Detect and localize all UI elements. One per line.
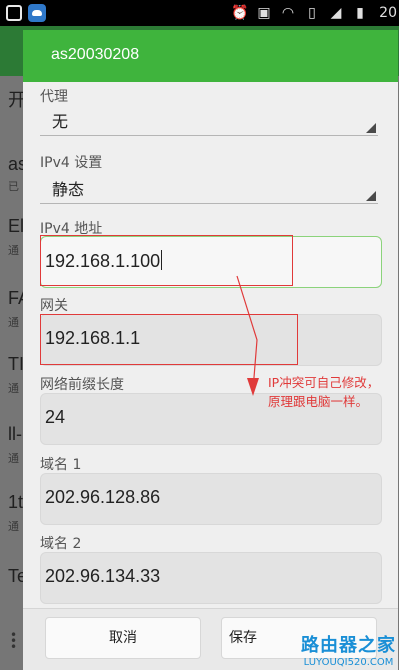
wifi-icon: ◠ [281, 5, 295, 21]
dialog-header: as20030208 [23, 30, 398, 82]
dropdown-arrow-icon [366, 123, 376, 133]
ipv4-settings-select[interactable]: 静态 [40, 176, 378, 204]
status-time: 20 [379, 5, 397, 21]
battery-icon: ▮ [356, 5, 364, 21]
dialog-title: as20030208 [51, 46, 140, 63]
dns2-field[interactable]: 202.96.134.33 [40, 552, 382, 604]
cancel-button[interactable]: 取消 [45, 617, 201, 659]
ipv4-settings-value: 静态 [52, 180, 85, 199]
alarm-icon: ⏰ [231, 5, 249, 21]
watermark-url: LUYOUQI520.COM [303, 657, 394, 668]
weather-notification-icon [28, 4, 46, 22]
sim-icon: ▯ [308, 5, 316, 21]
proxy-value: 无 [52, 112, 69, 131]
status-bar: ⏰ ▣ ◠ ▯ ◢ ▮ 20 [0, 0, 399, 26]
dns1-value: 202.96.128.86 [45, 487, 161, 507]
background-item-sub: 通 [8, 317, 19, 329]
prefix-length-label: 网络前缀长度 [40, 377, 124, 393]
wifi-settings-dialog: as20030208 代理 无 IPv4 设置 静态 IPv4 地址 192.1… [23, 30, 398, 670]
background-item-title: 1t [8, 492, 24, 512]
background-item-sub: 通 [8, 521, 19, 533]
signal-icon: ◢ [330, 5, 342, 21]
annotation-line-2: 原理跟电脑一样。 [268, 394, 369, 409]
dns1-label: 域名 1 [40, 457, 82, 473]
overflow-menu-icon: • • • [10, 628, 18, 654]
annotation-note: IP冲突可自己修改， 原理跟电脑一样。 [268, 373, 398, 411]
background-item-title: ll- [8, 424, 22, 444]
notification-icon: ▣ [257, 5, 271, 21]
annotation-line-1: IP冲突可自己修改， [268, 375, 380, 390]
background-item-sub: 已 [8, 181, 19, 193]
ipv4-settings-label: IPv4 设置 [40, 155, 103, 171]
save-button-label: 保存 [229, 630, 257, 646]
gateway-label: 网关 [40, 298, 68, 314]
background-item-title: TI [8, 354, 24, 374]
dns2-label: 域名 2 [40, 536, 82, 552]
background-item-sub: 通 [8, 245, 19, 257]
dns1-field[interactable]: 202.96.128.86 [40, 473, 382, 525]
dropdown-arrow-icon [366, 191, 376, 201]
background-item-sub: 通 [8, 453, 19, 465]
proxy-select[interactable]: 无 [40, 108, 378, 136]
background-item-sub: 通 [8, 383, 19, 395]
status-icons: ⏰ ▣ ◠ ▯ ◢ ▮ [231, 3, 369, 23]
watermark-logo: 路由器之家 LUYOUQI520.COM [301, 631, 396, 668]
prefix-length-value: 24 [45, 407, 66, 427]
proxy-label: 代理 [40, 89, 68, 105]
dns2-value: 202.96.134.33 [45, 566, 161, 586]
watermark-title: 路由器之家 [301, 635, 396, 656]
gallery-notification-icon [6, 5, 22, 21]
background-item-title: El [8, 216, 25, 236]
